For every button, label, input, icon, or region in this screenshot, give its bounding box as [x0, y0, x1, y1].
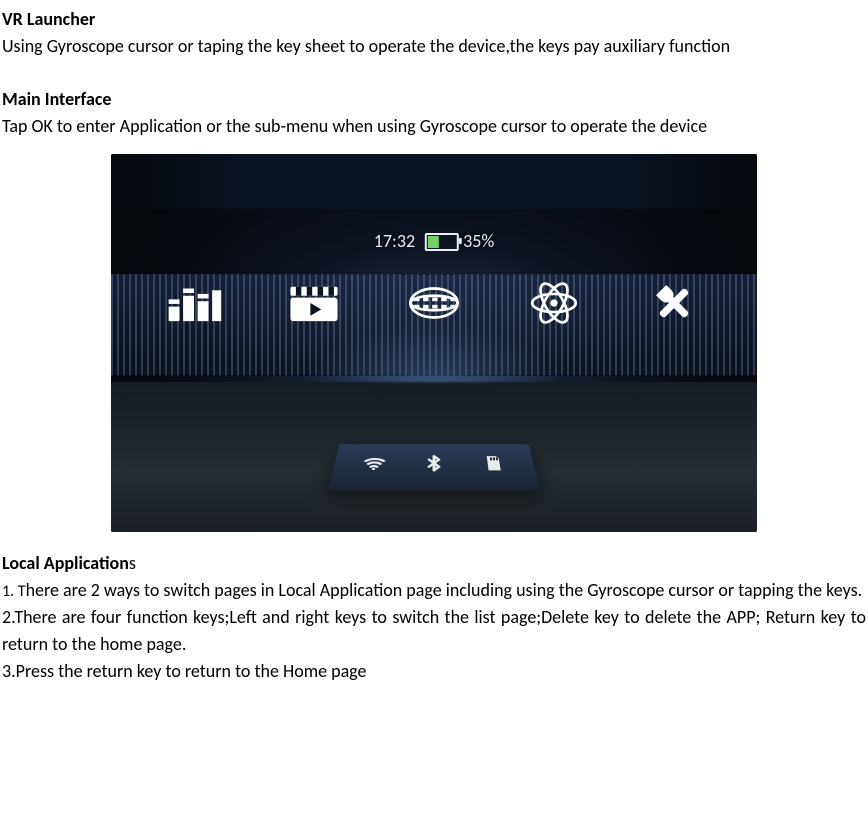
- vr-launcher-screenshot: 17:32 35%: [111, 154, 757, 532]
- vr-launcher-heading: VR Launcher: [2, 6, 866, 33]
- wifi-icon[interactable]: [360, 455, 387, 478]
- atom-icon[interactable]: [525, 280, 583, 326]
- document-page: VR Launcher Using Gyroscope cursor or ta…: [0, 0, 868, 695]
- local-apps-heading-part2: s: [129, 552, 136, 574]
- apps-icon[interactable]: [165, 280, 223, 326]
- main-interface-heading: Main Interface: [2, 86, 866, 113]
- local-apps-item-1-rest: here are 2 ways to switch pages in Local…: [26, 579, 863, 601]
- local-apps-item-1-prefix: 1. T: [2, 582, 26, 601]
- local-apps-heading-part1: Local Application: [2, 552, 129, 574]
- main-interface-heading-text: Main Interface: [2, 88, 111, 110]
- system-tray: [328, 444, 540, 490]
- local-apps-item-1: 1. There are 2 ways to switch pages in L…: [2, 577, 866, 604]
- main-interface-body: Tap OK to enter Application or the sub-m…: [2, 113, 866, 140]
- battery-percent-text: 35%: [463, 228, 494, 255]
- battery-icon: [425, 233, 459, 251]
- main-icon-row: [165, 280, 703, 326]
- tools-icon[interactable]: [645, 280, 703, 326]
- panorama-icon[interactable]: [405, 280, 463, 326]
- battery-indicator: 35%: [425, 228, 494, 255]
- status-bar: 17:32 35%: [374, 228, 494, 255]
- local-apps-heading: Local Applications: [2, 550, 866, 577]
- local-apps-list: 1. There are 2 ways to switch pages in L…: [2, 577, 866, 685]
- sdcard-icon[interactable]: [481, 455, 508, 478]
- local-apps-item-2: 2.There are four function keys;Left and …: [2, 604, 866, 658]
- vr-launcher-body: Using Gyroscope cursor or taping the key…: [2, 33, 866, 60]
- battery-fill: [428, 236, 439, 248]
- video-icon[interactable]: [285, 280, 343, 326]
- spacer: [2, 60, 866, 86]
- vr-launcher-heading-text: VR Launcher: [2, 8, 95, 30]
- local-apps-item-3: 3.Press the return key to return to the …: [2, 658, 866, 685]
- clock-text: 17:32: [374, 228, 415, 255]
- bluetooth-icon[interactable]: [422, 455, 447, 478]
